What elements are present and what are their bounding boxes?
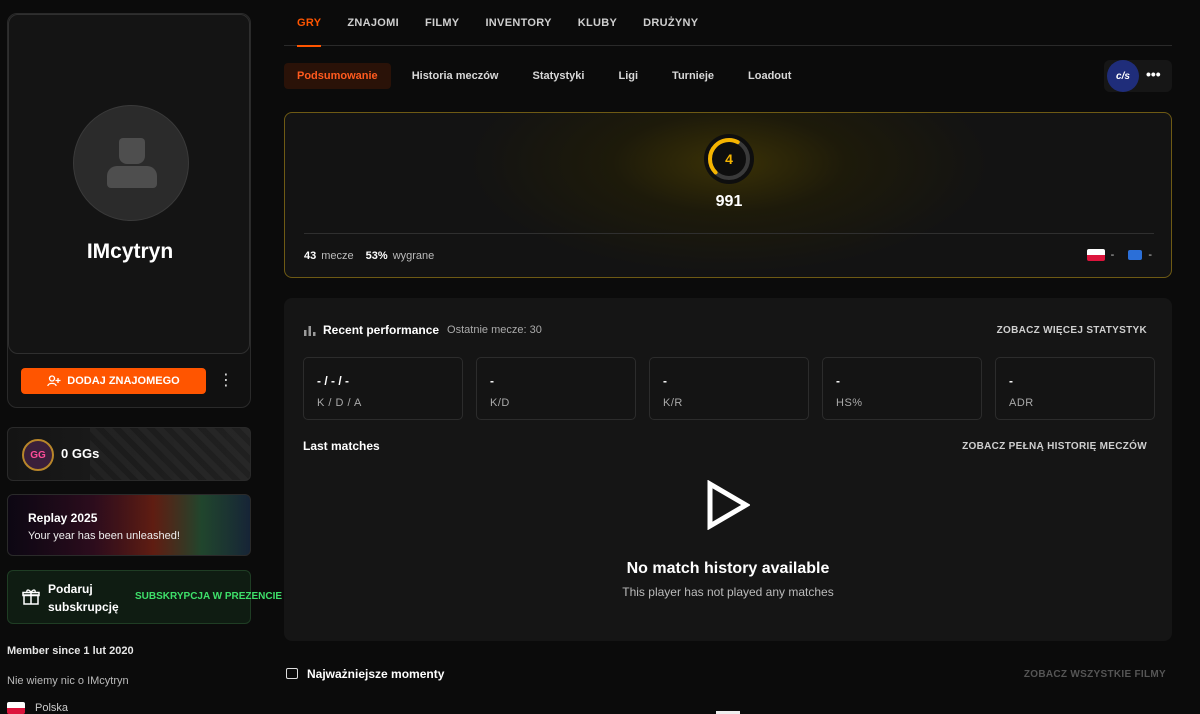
ggs-count: 0 GGs [61,446,100,461]
gift-icon [22,589,40,605]
bar-chart-icon [304,326,316,336]
cs2-logo-icon[interactable]: c/s [1107,60,1139,92]
add-friend-button[interactable]: DODAJ ZNAJOMEGO [21,368,206,394]
tab-games[interactable]: GRY [284,0,334,47]
replay-subtitle: Your year has been unleashed! [28,530,180,542]
replay-title: Replay 2025 [28,511,98,525]
member-since: Member since 1 lut 2020 [7,645,134,657]
username: IMcytryn [86,240,174,263]
subtab-leagues[interactable]: Ligi [605,63,651,89]
skill-level: 4 [725,151,733,167]
gift-subscription-label: Podaruj subskrupcję [48,582,119,614]
tab-teams[interactable]: DRUŻYNY [630,0,711,46]
stat-grid: - / - / - K / D / A - K/D - K/R - HS% - [303,357,1155,420]
subtab-statistics[interactable]: Statystyki [520,63,598,89]
about-text: Nie wiemy nic o IMcytryn [7,675,129,687]
country-ranking[interactable]: - [1086,249,1115,262]
stat-value: - / - / - [317,374,349,388]
play-icon [707,480,750,530]
gg-badge-icon: GG [22,439,54,471]
stat-value: - [1009,374,1013,388]
gift-subscription-card[interactable]: Podaruj subskrupcję SUBSKRYPCJA W PREZEN… [7,570,282,624]
game-switcher: c/s ••• [1104,60,1172,92]
stat-label: ADR [1009,397,1034,409]
matches-count: 43 [304,250,317,262]
country-row: Polska [7,702,68,714]
stat-label: K / D / A [317,397,362,409]
subtab-summary[interactable]: Podsumowanie [284,63,391,89]
avatar-placeholder-body [107,166,157,188]
stat-kr: - K/R [649,357,809,420]
stat-adr: - ADR [995,357,1155,420]
stat-value: - [663,374,667,388]
performance-subtitle: Ostatnie mecze: 30 [447,324,542,336]
tab-videos[interactable]: FILMY [412,0,473,46]
last-matches-title: Last matches [303,439,380,453]
poland-flag-icon [1086,249,1105,262]
winrate-label: wygrane [392,250,435,262]
avatar-placeholder-icon [119,138,145,164]
stat-value: - [490,374,494,388]
rankings: - - [1086,249,1152,262]
performance-card: Recent performance Ostatnie mecze: 30 ZO… [284,298,1172,641]
film-icon [286,668,298,679]
stat-value: - [836,374,840,388]
more-stats-link[interactable]: ZOBACZ WIĘCEJ STATYSTYK [997,325,1147,336]
replay-banner[interactable]: Replay 2025 Your year has been unleashed… [7,494,251,556]
tab-friends[interactable]: ZNAJOMI [334,0,412,46]
top-tabs: GRY ZNAJOMI FILMY INVENTORY KLUBY DRUŻYN… [284,0,1172,47]
winrate-value: 53% [365,250,388,262]
elo-value: 991 [715,193,743,210]
sub-tabs: Podsumowanie Historia meczów Statystyki … [284,63,804,89]
poland-flag-icon [7,702,25,714]
matches-label: mecze [321,250,354,262]
stat-label: HS% [836,397,863,409]
stat-label: K/D [490,397,510,409]
profile-card: IMcytryn DODAJ ZNAJOMEGO ⋮ [7,13,251,408]
highlights-title: Najważniejsze momenty [307,667,445,681]
replay-banner-art [8,495,250,555]
stat-kda: - / - / - K / D / A [303,357,463,420]
profile-more-icon[interactable]: ⋮ [218,372,234,392]
subtab-tournaments[interactable]: Turnieje [659,63,727,89]
tab-clubs[interactable]: KLUBY [565,0,630,46]
profile-page: IMcytryn DODAJ ZNAJOMEGO ⋮ GG 0 GGs Repl… [0,0,1200,714]
empty-state-subtitle: This player has not played any matches [622,585,834,599]
country-name: Polska [35,702,69,714]
avatar[interactable] [73,105,189,221]
subtab-match-history[interactable]: Historia meczów [399,63,512,89]
elo-stats: 43 mecze 53% wygrane [304,250,434,262]
region-rank-value: - [1148,249,1152,262]
matches-stat: 43 mecze [304,250,354,262]
profile-header: IMcytryn [8,14,250,354]
gift-subscription-promo: SUBSKRYPCJA W PREZENCIE [135,591,283,602]
all-videos-link[interactable]: ZOBACZ WSZYSTKIE FILMY [1024,669,1166,680]
subtab-loadout[interactable]: Loadout [735,63,804,89]
full-history-link[interactable]: ZOBACZ PEŁNĄ HISTORIĘ MECZÓW [962,441,1147,452]
tab-inventory[interactable]: INVENTORY [472,0,564,46]
elo-divider [304,233,1154,234]
ggs-background-art [90,428,250,480]
performance-title: Recent performance [323,323,440,337]
stat-kd: - K/D [476,357,636,420]
profile-sidebar: IMcytryn DODAJ ZNAJOMEGO ⋮ GG 0 GGs Repl… [7,13,282,714]
add-user-icon [47,375,61,387]
stat-hs: - HS% [822,357,982,420]
region-ranking[interactable]: - [1128,249,1152,261]
ggs-card[interactable]: GG 0 GGs [7,427,251,481]
highlights-header: Najważniejsze momenty ZOBACZ WSZYSTKIE F… [284,664,1172,684]
add-friend-label: DODAJ ZNAJOMEGO [67,375,180,387]
stat-label: K/R [663,397,683,409]
empty-state-title: No match history available [626,560,830,577]
region-icon [1128,250,1143,261]
more-options-icon[interactable]: ••• [1146,66,1161,82]
country-rank-value: - [1110,249,1115,261]
performance-header: Recent performance Ostatnie mecze: 30 [303,323,542,337]
elo-card: 4 991 43 mecze 53% wygrane - - [284,112,1172,278]
winrate-stat: 53% wygrane [366,250,435,262]
